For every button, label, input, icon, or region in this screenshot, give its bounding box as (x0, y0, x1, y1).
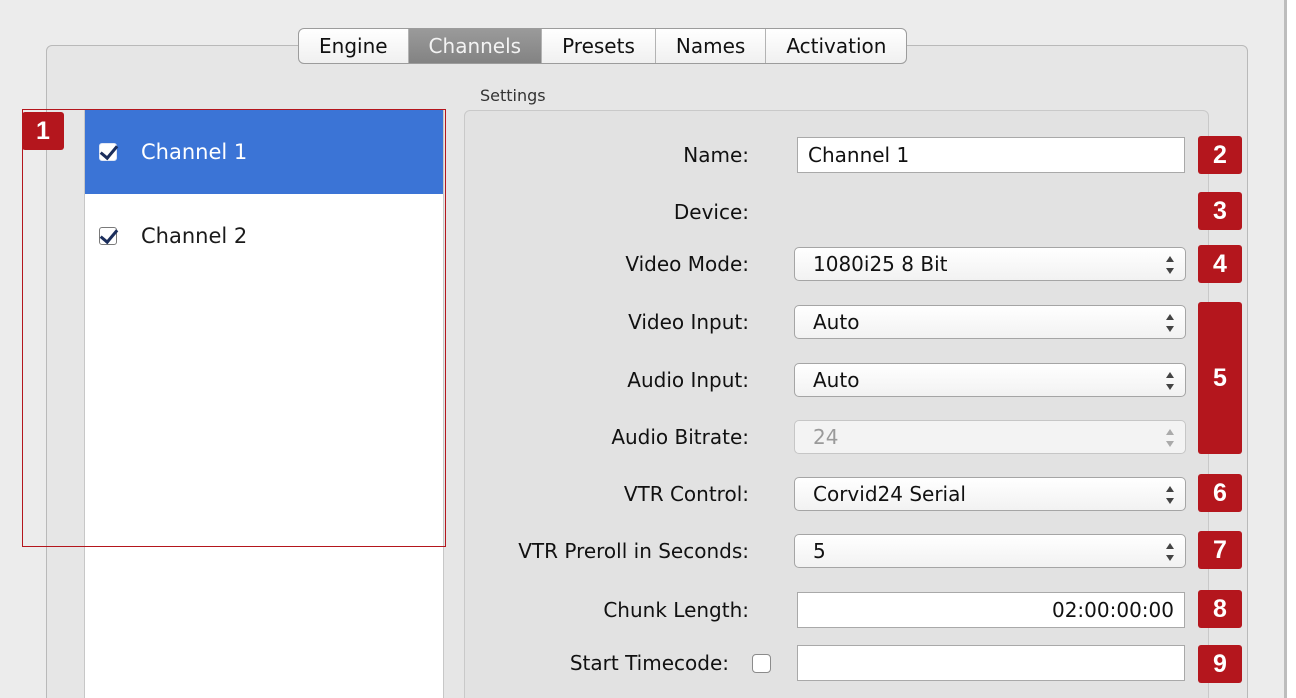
callout-badge-2: 2 (1198, 136, 1242, 174)
popup-arrows-icon (1165, 372, 1175, 390)
popup-arrows-icon (1165, 486, 1175, 504)
popup-arrows-icon (1165, 314, 1175, 332)
audio-bitrate-select: 24 (794, 420, 1186, 454)
settings-title: Settings (480, 86, 546, 105)
callout-badge-3: 3 (1198, 192, 1242, 230)
callout-badge-7: 7 (1198, 531, 1242, 569)
vtr-preroll-select[interactable]: 5 (794, 534, 1186, 568)
tab-activation[interactable]: Activation (766, 29, 906, 63)
vtr-preroll-label: VTR Preroll in Seconds: (518, 539, 749, 563)
vtr-control-value: Corvid24 Serial (813, 482, 966, 506)
tab-channels[interactable]: Channels (408, 29, 543, 63)
callout-badge-4: 4 (1198, 245, 1242, 283)
audio-input-select[interactable]: Auto (794, 363, 1186, 397)
callout-badge-9: 9 (1198, 645, 1242, 683)
vtr-preroll-row: VTR Preroll in Seconds: 5 (464, 531, 1209, 571)
tab-engine[interactable]: Engine (299, 29, 409, 63)
start-timecode-label: Start Timecode: (569, 651, 729, 675)
popup-arrows-icon (1165, 256, 1175, 274)
video-mode-label: Video Mode: (625, 252, 749, 276)
audio-input-row: Audio Input: Auto (464, 360, 1209, 400)
chunk-length-field[interactable]: 02:00:00:00 (797, 592, 1185, 628)
channel-list-item[interactable]: Channel 2 (85, 194, 443, 278)
video-input-value: Auto (813, 310, 860, 334)
audio-bitrate-label: Audio Bitrate: (611, 425, 749, 449)
video-input-select[interactable]: Auto (794, 305, 1186, 339)
start-timecode-row: Start Timecode: (464, 643, 1209, 683)
video-mode-select[interactable]: 1080i25 8 Bit (794, 247, 1186, 281)
callout-badge-5: 5 (1198, 302, 1242, 454)
audio-input-label: Audio Input: (627, 368, 749, 392)
callout-badge-8: 8 (1198, 590, 1242, 628)
video-mode-value: 1080i25 8 Bit (813, 252, 948, 276)
popup-arrows-icon (1165, 429, 1175, 447)
chunk-length-row: Chunk Length: 02:00:00:00 (464, 590, 1209, 630)
video-input-row: Video Input: Auto (464, 302, 1209, 342)
device-row: Device: (464, 192, 1209, 232)
audio-input-value: Auto (813, 368, 860, 392)
vtr-preroll-value: 5 (813, 539, 826, 563)
name-label: Name: (683, 143, 749, 167)
audio-bitrate-value: 24 (813, 425, 839, 449)
name-row: Name: Channel 1 (464, 135, 1209, 175)
video-mode-row: Video Mode: 1080i25 8 Bit (464, 244, 1209, 284)
channel-label: Channel 1 (141, 140, 248, 164)
vtr-control-row: VTR Control: Corvid24 Serial (464, 474, 1209, 514)
name-field[interactable]: Channel 1 (797, 137, 1185, 173)
start-timecode-checkbox[interactable] (752, 654, 771, 673)
callout-badge-6: 6 (1198, 474, 1242, 512)
chunk-length-label: Chunk Length: (603, 598, 749, 622)
vtr-control-select[interactable]: Corvid24 Serial (794, 477, 1186, 511)
channel-label: Channel 2 (141, 224, 248, 248)
channel-2-checkbox[interactable] (99, 227, 117, 245)
popup-arrows-icon (1165, 543, 1175, 561)
channel-list: Channel 1 Channel 2 (84, 110, 444, 698)
video-input-label: Video Input: (628, 310, 749, 334)
audio-bitrate-row: Audio Bitrate: 24 (464, 417, 1209, 457)
channel-list-item[interactable]: Channel 1 (85, 110, 443, 194)
device-label: Device: (673, 200, 749, 224)
tab-names[interactable]: Names (656, 29, 767, 63)
start-timecode-field[interactable] (797, 645, 1185, 681)
preferences-window: Engine Channels Presets Names Activation… (0, 0, 1287, 698)
callout-badge-1: 1 (22, 112, 64, 150)
tab-bar: Engine Channels Presets Names Activation (298, 28, 908, 64)
tab-presets[interactable]: Presets (542, 29, 656, 63)
channel-1-checkbox[interactable] (99, 143, 117, 161)
vtr-control-label: VTR Control: (623, 482, 749, 506)
